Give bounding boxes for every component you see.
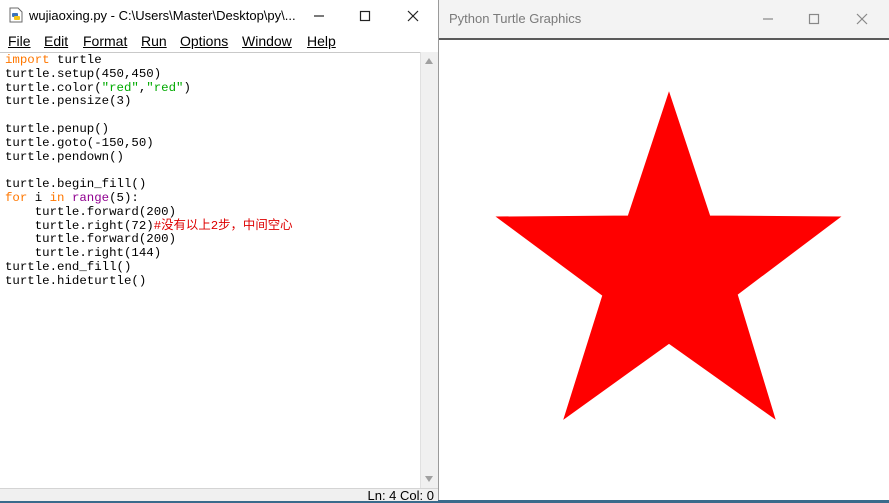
turtle-close-button[interactable] <box>839 0 885 38</box>
menu-file[interactable]: File <box>8 32 31 50</box>
code-text[interactable]: import turtle turtle.setup(450,450) turtle… <box>5 53 293 289</box>
cursor-position: Ln: 4 Col: 0 <box>367 488 435 503</box>
menu-options[interactable]: Options <box>180 32 228 50</box>
minimize-icon <box>763 18 773 20</box>
code-editor[interactable]: import turtle turtle.setup(450,450) turtle… <box>0 52 420 489</box>
code-line[interactable]: ​ <box>5 109 293 123</box>
turtle-canvas <box>439 40 889 500</box>
menu-edit[interactable]: Edit <box>44 32 68 50</box>
red-star <box>495 91 842 420</box>
close-icon <box>407 10 419 22</box>
code-line[interactable]: turtle.forward(200) <box>5 233 293 247</box>
turtle-drawing <box>495 91 842 420</box>
code-line[interactable]: turtle.hideturtle() <box>5 274 293 289</box>
status-bar: Ln: 4 Col: 0 <box>0 488 438 503</box>
minimize-icon <box>314 15 324 17</box>
turtle-graphics-window: Python Turtle Graphics <box>439 0 889 500</box>
code-line[interactable]: turtle.pendown() <box>5 150 293 165</box>
idle-editor-window: wujiaoxing.py - C:\Users\Master\Desktop\… <box>0 0 439 503</box>
maximize-icon <box>359 10 371 22</box>
code-line[interactable]: turtle.end_fill() <box>5 260 293 275</box>
menu-run[interactable]: Run <box>141 32 167 50</box>
code-line[interactable]: turtle.color("red","red") <box>5 81 293 96</box>
code-line[interactable]: turtle.begin_fill() <box>5 177 293 192</box>
maximize-button[interactable] <box>342 0 388 32</box>
menu-run-label: Run <box>141 33 167 49</box>
scroll-up-icon[interactable] <box>425 58 433 64</box>
code-line[interactable]: turtle.goto(-150,50) <box>5 136 293 151</box>
code-line[interactable]: turtle.setup(450,450) <box>5 67 293 82</box>
menu-bar: File Edit Format Run Options Window Help <box>0 32 438 52</box>
scroll-down-icon[interactable] <box>425 476 433 482</box>
python-file-icon <box>8 7 24 23</box>
editor-titlebar[interactable]: wujiaoxing.py - C:\Users\Master\Desktop\… <box>0 0 438 32</box>
turtle-minimize-button[interactable] <box>745 0 791 38</box>
vertical-scrollbar[interactable] <box>420 52 438 488</box>
code-line[interactable]: ​ <box>5 164 293 178</box>
menu-format[interactable]: Format <box>83 32 127 50</box>
menu-help-label: Help <box>307 33 336 49</box>
code-line[interactable]: turtle.pensize(3) <box>5 95 293 109</box>
code-line[interactable]: for i in range(5): <box>5 191 293 206</box>
code-line[interactable]: turtle.penup() <box>5 122 293 137</box>
turtle-titlebar[interactable]: Python Turtle Graphics <box>439 0 889 40</box>
menu-options-label: Options <box>180 33 229 49</box>
minimize-button[interactable] <box>296 0 342 32</box>
menu-help[interactable]: Help <box>307 32 336 50</box>
turtle-window-title: Python Turtle Graphics <box>449 11 582 26</box>
code-line[interactable]: import turtle <box>5 53 293 68</box>
code-line[interactable]: turtle.right(72)#没有以上2步，中间空心 <box>5 219 293 234</box>
menu-file-label: File <box>8 33 31 49</box>
close-icon <box>856 13 868 25</box>
menu-window-label: Window <box>242 33 292 49</box>
maximize-icon <box>808 13 820 25</box>
menu-window[interactable]: Window <box>242 32 292 50</box>
editor-window-title: wujiaoxing.py - C:\Users\Master\Desktop\… <box>29 8 296 23</box>
code-line[interactable]: turtle.right(144) <box>5 246 293 261</box>
code-line[interactable]: turtle.forward(200) <box>5 205 293 220</box>
turtle-maximize-button[interactable] <box>791 0 837 38</box>
close-button[interactable] <box>390 0 436 32</box>
menu-format-label: Format <box>83 33 128 49</box>
menu-edit-label: Edit <box>44 33 69 49</box>
